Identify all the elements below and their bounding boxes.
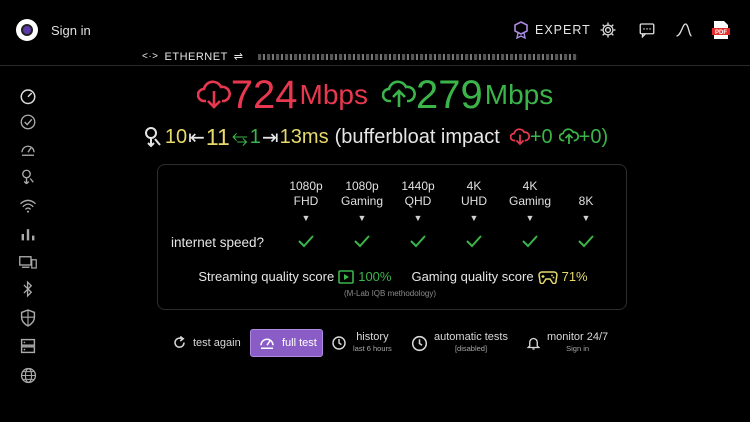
methodology-note: (M-Lab IQB methodology) (344, 289, 437, 298)
upload-speed: 279 Mbps (382, 72, 553, 118)
automatic-tests-label: automatic tests (434, 331, 508, 343)
app-logo[interactable] (16, 19, 38, 41)
download-speed: 724 Mbps (196, 72, 368, 118)
latency-jitter: 1 (249, 125, 261, 148)
automatic-tests-sublabel: [disabled] (454, 344, 488, 353)
play-icon (338, 269, 355, 284)
check-icon (298, 235, 314, 248)
column-4k-uhd: 4K UHD ▼ (461, 179, 487, 223)
streaming-score: Streaming quality score 100% (198, 269, 391, 284)
svg-text:PDF: PDF (715, 30, 727, 36)
obscured-connection-details (257, 53, 578, 60)
history-button[interactable]: history last 6 hours (331, 331, 392, 355)
streaming-score-value: 100% (358, 269, 392, 284)
gear-icon[interactable] (598, 20, 618, 40)
check-icon (522, 235, 538, 248)
cloud-download-icon (196, 80, 231, 109)
check-icon (578, 235, 594, 248)
chat-icon[interactable] (637, 20, 657, 40)
download-value: 724 (230, 73, 298, 117)
monitor-sublabel: Sign in (566, 344, 590, 353)
latency-idle: 10 (164, 125, 188, 148)
history-label: history (356, 331, 389, 343)
monitor-button[interactable]: monitor 24/7 Sign in (526, 331, 608, 355)
cloud-upload-icon (382, 80, 416, 107)
column-1080p-fhd: 1080p FHD ▼ (289, 179, 323, 223)
column-1440p-qhd: 1440p QHD ▼ (401, 179, 435, 223)
history-sublabel: last 6 hours (353, 344, 392, 353)
gaming-score-label: Gaming quality score (411, 269, 534, 284)
cloud-upload-small-icon (558, 128, 579, 145)
connection-label: ETHERNET (164, 50, 228, 63)
swap-icon: ⇌ (233, 51, 244, 63)
check-icon (466, 235, 482, 248)
full-test-label: full test (282, 337, 317, 349)
full-test-button[interactable]: full test (250, 329, 323, 357)
ethernet-icon: <·> (142, 51, 159, 62)
latency-line: 10 ⇤ 11 ⥃ 1 ⇥ 13ms (bufferbloat impact +… (0, 122, 750, 152)
signin-link[interactable]: Sign in (51, 23, 91, 38)
clock-icon (411, 335, 428, 351)
gaming-score-value: 71% (561, 269, 588, 284)
bufferbloat-text: (bufferbloat impact (334, 125, 500, 148)
test-again-button[interactable]: test again (172, 335, 241, 350)
column-4k-gaming: 4K Gaming ▼ (508, 179, 552, 223)
latency-icon[interactable] (18, 167, 38, 187)
download-impact: +0 (529, 125, 553, 148)
upload-impact: +0) (578, 125, 609, 148)
download-unit: Mbps (299, 79, 368, 110)
connection-info: <·> ETHERNET ⇌ (142, 50, 578, 63)
app-header: Sign in EXPERT PDF <·> ETHERNET ⇌ (0, 0, 750, 66)
latency-loaded-down: 11 (205, 123, 230, 150)
speed-gauge-icon (260, 338, 274, 349)
latency-loaded-up: 13ms (279, 125, 329, 148)
latency-icon (144, 127, 161, 148)
quality-scores: Streaming quality score 100% Gaming qual… (158, 269, 628, 284)
shield-icon[interactable] (18, 308, 38, 328)
automatic-tests-button[interactable]: automatic tests [disabled] (411, 331, 508, 355)
monitor-label: monitor 24/7 (547, 331, 609, 343)
jitter-icon: ⥃ (231, 125, 248, 148)
upload-unit: Mbps (484, 79, 554, 110)
wifi-icon[interactable] (18, 196, 38, 216)
check-icon (354, 235, 370, 248)
streaming-score-label: Streaming quality score (198, 269, 335, 284)
arrow-right-icon: ⇥ (261, 126, 279, 149)
upload-value: 279 (416, 73, 483, 117)
test-again-label: test again (193, 336, 241, 349)
quality-panel: 1080p FHD ▼ 1080p Gaming ▼ 1440p QHD ▼ 4K UHD ▼ … (157, 164, 627, 310)
pdf-icon[interactable]: PDF (711, 20, 731, 40)
bluetooth-icon[interactable] (18, 279, 38, 299)
column-1080p-gaming: 1080p Gaming ▼ (340, 179, 384, 223)
gamepad-icon (537, 270, 558, 284)
curve-icon[interactable] (674, 20, 694, 40)
globe-icon[interactable] (18, 365, 38, 385)
expert-mode-toggle[interactable]: EXPERT (513, 21, 591, 39)
refresh-icon (174, 335, 185, 348)
devices-icon[interactable] (18, 252, 38, 272)
badge-icon (514, 21, 528, 39)
cloud-download-small-icon (509, 128, 530, 146)
action-bar: test again full test history last 6 hour… (0, 329, 750, 359)
column-8k: 8K ▼ (578, 194, 594, 223)
bell-icon (526, 337, 541, 350)
gaming-score: Gaming quality score 71% (411, 269, 587, 284)
expert-label: EXPERT (535, 23, 591, 37)
internet-speed-label: internet speed? (171, 235, 265, 250)
check-icon (410, 235, 426, 248)
history-icon (332, 336, 346, 350)
arrow-left-icon: ⇤ (188, 126, 205, 149)
speed-results: 724 Mbps 279 Mbps (0, 72, 750, 122)
bar-chart-icon[interactable] (18, 224, 38, 244)
